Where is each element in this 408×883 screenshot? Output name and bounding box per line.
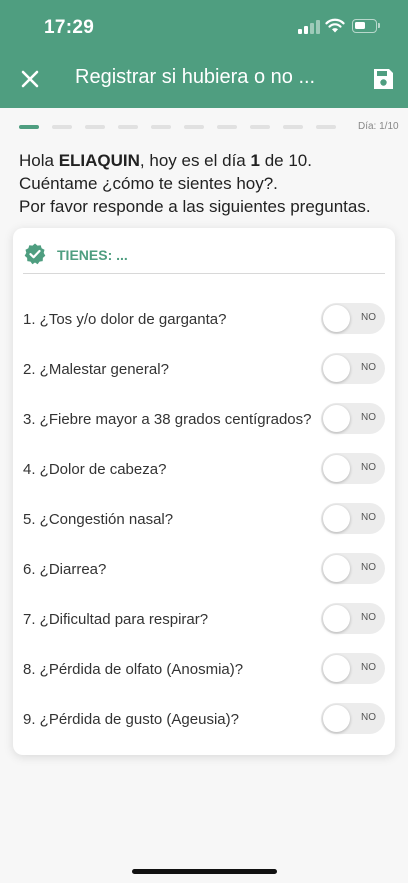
question-text: 8. ¿Pérdida de olfato (Anosmia)? <box>23 661 244 678</box>
toggle-knob <box>323 405 350 432</box>
progress-segment <box>19 125 39 129</box>
wifi-icon <box>325 18 345 33</box>
progress-segment <box>85 125 105 129</box>
progress-segment <box>283 125 303 129</box>
toggle-knob <box>323 555 350 582</box>
question-row: 8. ¿Pérdida de olfato (Anosmia)? NO <box>23 653 385 687</box>
toggle-label: NO <box>361 462 376 473</box>
check-badge-icon <box>24 243 46 265</box>
progress-segment <box>250 125 270 129</box>
save-button[interactable] <box>367 63 399 95</box>
answer-toggle[interactable]: NO <box>321 503 385 534</box>
day-suffix-text: de 10. <box>259 151 312 170</box>
status-time: 17:29 <box>44 17 95 38</box>
answer-toggle[interactable]: NO <box>321 353 385 384</box>
question-row: 4. ¿Dolor de cabeza? NO <box>23 453 385 487</box>
question-text: 6. ¿Diarrea? <box>23 561 107 578</box>
intro-question-line: Cuéntame ¿cómo te sientes hoy?. <box>19 174 278 193</box>
toggle-knob <box>323 705 350 732</box>
answer-toggle[interactable]: NO <box>321 553 385 584</box>
question-text: 5. ¿Congestión nasal? <box>23 511 174 528</box>
progress-segment <box>316 125 336 129</box>
card-title: TIENES: ... <box>57 247 128 263</box>
answer-toggle[interactable]: NO <box>321 453 385 484</box>
answer-toggle[interactable]: NO <box>321 303 385 334</box>
day-progress-label: Día: 1/10 <box>358 121 399 132</box>
question-row: 5. ¿Congestión nasal? NO <box>23 503 385 537</box>
answer-toggle[interactable]: NO <box>321 403 385 434</box>
progress-segment <box>151 125 171 129</box>
intro-greeting-line: Hola ELIAQUIN, hoy es el día 1 de 10. <box>19 149 371 172</box>
day-progress-bar <box>19 125 349 129</box>
battery-icon <box>352 19 380 33</box>
toggle-label: NO <box>361 662 376 673</box>
progress-segment <box>184 125 204 129</box>
greeting-text: Hola <box>19 151 59 170</box>
toggle-label: NO <box>361 412 376 423</box>
status-bar: 17:29 <box>0 0 408 54</box>
cellular-signal-icon <box>298 20 320 34</box>
question-text: 3. ¿Fiebre mayor a 38 grados centígrados… <box>23 411 312 428</box>
progress-segment <box>52 125 72 129</box>
toggle-label: NO <box>361 612 376 623</box>
question-row: 9. ¿Pérdida de gusto (Ageusia)? NO <box>23 703 385 737</box>
answer-toggle[interactable]: NO <box>321 603 385 634</box>
toggle-knob <box>323 455 350 482</box>
toggle-knob <box>323 505 350 532</box>
question-text: 4. ¿Dolor de cabeza? <box>23 461 167 478</box>
question-text: 7. ¿Dificultad para respirar? <box>23 611 209 628</box>
close-button[interactable] <box>14 63 46 95</box>
answer-toggle[interactable]: NO <box>321 703 385 734</box>
toggle-knob <box>323 355 350 382</box>
progress-segment <box>217 125 237 129</box>
day-number: 1 <box>250 151 260 170</box>
intro-text: Hola ELIAQUIN, hoy es el día 1 de 10. Cu… <box>19 149 371 218</box>
question-text: 1. ¿Tos y/o dolor de garganta? <box>23 311 227 328</box>
card-header: TIENES: ... <box>23 242 385 274</box>
toggle-label: NO <box>361 362 376 373</box>
toggle-knob <box>323 305 350 332</box>
floppy-save-icon <box>374 69 393 89</box>
day-prefix-text: , hoy es el día <box>139 151 251 170</box>
answer-toggle[interactable]: NO <box>321 653 385 684</box>
toggle-label: NO <box>361 562 376 573</box>
question-row: 3. ¿Fiebre mayor a 38 grados centígrados… <box>23 403 385 437</box>
page-title: Registrar si hubiera o no ... <box>75 66 316 88</box>
close-icon <box>21 70 39 88</box>
toggle-label: NO <box>361 712 376 723</box>
symptoms-card: TIENES: ... 1. ¿Tos y/o dolor de gargant… <box>13 228 395 755</box>
progress-segment <box>118 125 138 129</box>
intro-instruction-line: Por favor responde a las siguientes preg… <box>19 197 371 216</box>
user-name: ELIAQUIN <box>58 151 140 170</box>
toggle-label: NO <box>361 512 376 523</box>
question-row: 6. ¿Diarrea? NO <box>23 553 385 587</box>
toggle-label: NO <box>361 312 376 323</box>
toggle-knob <box>323 655 350 682</box>
question-text: 9. ¿Pérdida de gusto (Ageusia)? <box>23 711 239 728</box>
toggle-knob <box>323 605 350 632</box>
home-indicator[interactable] <box>132 869 277 874</box>
app-header: 17:29 Registrar si hubiera o no ... <box>0 0 408 108</box>
question-row: 1. ¿Tos y/o dolor de garganta? NO <box>23 303 385 337</box>
question-row: 7. ¿Dificultad para respirar? NO <box>23 603 385 637</box>
question-row: 2. ¿Malestar general? NO <box>23 353 385 387</box>
question-text: 2. ¿Malestar general? <box>23 361 169 378</box>
